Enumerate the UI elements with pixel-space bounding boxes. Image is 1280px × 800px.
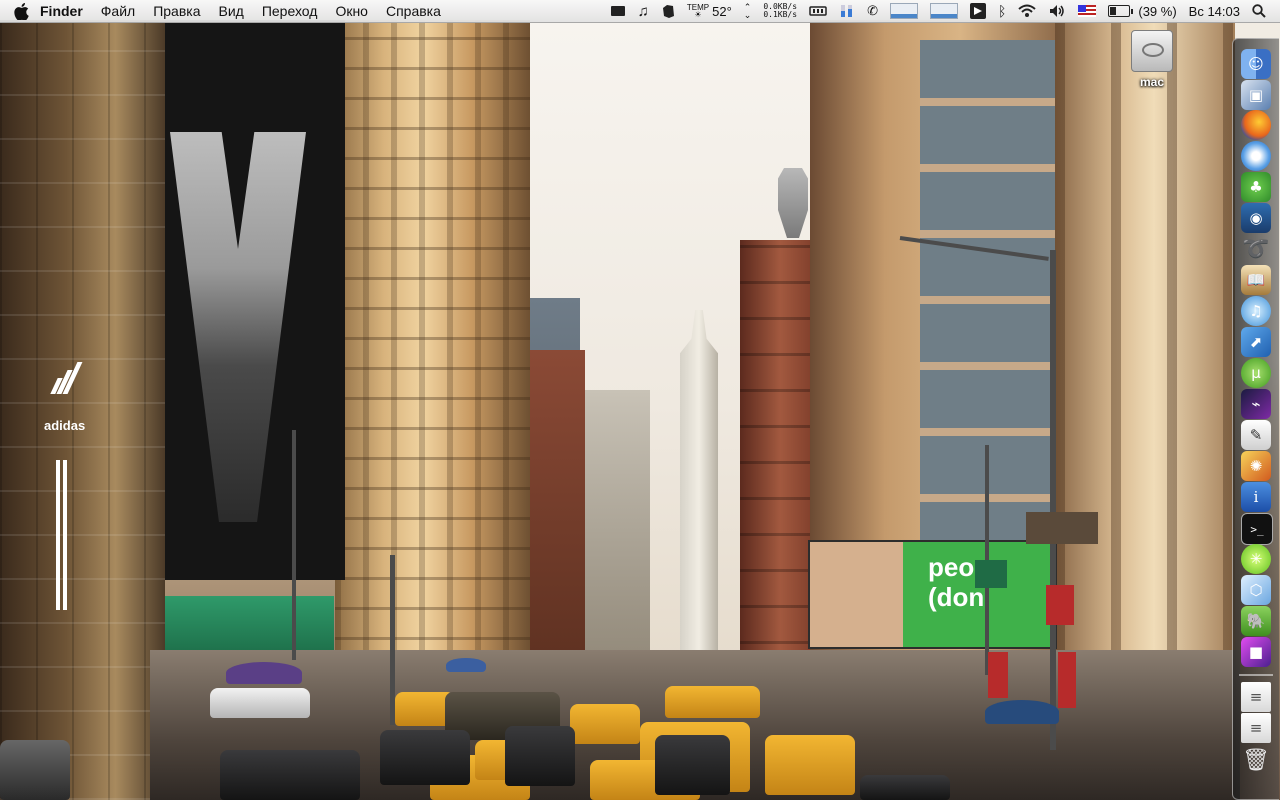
itunes-icon[interactable]: ♫ (1241, 296, 1271, 326)
volume-icon[interactable] (1048, 0, 1066, 22)
wallpaper-adidas-text: adidas (44, 418, 86, 433)
net-up: 0.1KB/s (763, 10, 798, 19)
menu-app-finder[interactable]: Finder (30, 0, 92, 22)
wallpaper-car (860, 775, 950, 800)
hard-drive-icon (1131, 30, 1173, 72)
activity-graph-2[interactable] (929, 0, 958, 22)
wallpaper-tunnel-sign (1026, 512, 1098, 544)
wallpaper-car (210, 688, 310, 718)
desktop-volume-label: mac (1139, 75, 1165, 89)
battery-percent: (39 %) (1138, 3, 1177, 19)
dock-separator (1239, 674, 1273, 676)
temperature-icon: TEMP ☀ (686, 3, 710, 19)
screen-capture-icon[interactable] (610, 0, 626, 22)
wallpaper-adidas-sign: adidas (44, 360, 85, 440)
utorrent-icon[interactable]: µ (1241, 358, 1271, 388)
battery-status[interactable]: (39 %) (1108, 0, 1177, 22)
phone-icon[interactable]: ✆ (867, 0, 878, 22)
textedit-icon[interactable]: ✎ (1241, 420, 1271, 450)
evernote-status-icon[interactable] (661, 0, 675, 22)
lime-icon[interactable]: ✳ (1241, 544, 1271, 574)
wallpaper-car (0, 740, 70, 800)
wallpaper-umbrella (985, 700, 1059, 724)
box-icon[interactable]: ⬡ (1241, 575, 1271, 605)
dock: ☺ ▣ ✦ ♣ ◉ ➰ 📖 ♫ ⬈ µ ⌁ ✎ ✺ i >_ ✳ ⬡ 🐘 ■ ≡… (1232, 38, 1279, 800)
adium-icon[interactable]: ♣ (1241, 172, 1271, 202)
wallpaper-car (220, 750, 360, 800)
menu-view[interactable]: Вид (210, 0, 253, 22)
wallpaper-taxi (765, 735, 855, 795)
trash-icon[interactable]: 🗑 (1241, 745, 1271, 775)
cpu-meter-icon[interactable] (839, 0, 855, 22)
safari-icon[interactable]: ✦ (1241, 141, 1271, 171)
preview-icon[interactable]: ▣ (1241, 80, 1271, 110)
updown-arrows-icon: ⌃ ⌄ (743, 2, 752, 20)
wallpaper-car (655, 735, 730, 795)
bluetooth-icon[interactable]: ᛒ (998, 0, 1006, 22)
firefox-icon[interactable] (1241, 110, 1271, 140)
photo-booth-icon[interactable]: ◉ (1241, 203, 1271, 233)
document-2-icon[interactable]: ≡ (1241, 713, 1271, 743)
apple-menu-icon[interactable] (14, 2, 30, 20)
wallpaper-umbrella (446, 658, 486, 672)
wallpaper-banner (56, 460, 60, 610)
purple-app-icon[interactable]: ■ (1241, 637, 1271, 667)
wallpaper-tower (680, 310, 718, 670)
desktop-volume-icon[interactable]: mac (1124, 30, 1180, 89)
evernote-icon[interactable]: 🐘 (1241, 606, 1271, 636)
status-area: ♫ TEMP ☀ 52° ⌃ ⌄ 0.0KB/s 0.1KB/s ✆ ᛒ (39… (604, 0, 1280, 22)
system-info-icon[interactable]: i (1241, 482, 1271, 512)
menu-edit[interactable]: Правка (144, 0, 209, 22)
wallpaper-street-sign (975, 560, 1007, 588)
wallpaper-car (380, 730, 470, 785)
iphoto-icon[interactable]: ✺ (1241, 451, 1271, 481)
menu-file[interactable]: Файл (92, 0, 144, 22)
music-note-icon[interactable]: ♫ (638, 0, 649, 22)
acrobat-icon[interactable]: ➰ (1241, 234, 1271, 264)
wifi-icon[interactable] (1018, 0, 1037, 22)
wallpaper-taxi (665, 686, 760, 718)
wallpaper-banner (63, 460, 67, 610)
wallpaper-umbrella (226, 662, 302, 684)
battery-icon (1108, 5, 1131, 17)
menu-help[interactable]: Справка (377, 0, 450, 22)
wallpaper-building (335, 20, 530, 670)
document-1-icon[interactable]: ≡ (1241, 682, 1271, 712)
menu-bar: Finder Файл Правка Вид Переход Окно Спра… (0, 0, 1280, 23)
transmit-icon[interactable]: ⌁ (1241, 389, 1271, 419)
menu-window[interactable]: Окно (326, 0, 377, 22)
desktop: adidas peo (don Finder Файл Правка Вид П… (0, 0, 1280, 800)
script-menu-icon[interactable] (969, 0, 986, 22)
wallpaper-street-sign (1046, 585, 1074, 625)
finder-icon[interactable]: ☺ (1241, 49, 1271, 79)
wallpaper-building (585, 390, 650, 680)
memory-icon[interactable] (809, 0, 827, 22)
wallpaper-taxi (570, 704, 640, 744)
wallpaper-car (505, 726, 575, 786)
menu-go[interactable]: Переход (253, 0, 327, 22)
wallpaper-street-sign (988, 652, 1008, 698)
terminal-icon[interactable]: >_ (1241, 513, 1273, 545)
launchpad-icon[interactable]: ⬈ (1241, 327, 1271, 357)
weather-temperature[interactable]: TEMP ☀ 52° (687, 0, 732, 22)
wallpaper-awning (152, 596, 334, 656)
wallpaper-street-sign (1058, 652, 1076, 708)
clock[interactable]: Вс 14:03 (1189, 0, 1240, 22)
dictionary-icon[interactable]: 📖 (1241, 265, 1271, 295)
wallpaper-lamp-post (1050, 250, 1056, 750)
wallpaper-glass-building (0, 20, 165, 800)
temperature-value: 52° (712, 3, 732, 19)
input-source-flag-icon[interactable] (1078, 0, 1097, 22)
network-speed[interactable]: 0.0KB/s 0.1KB/s (763, 0, 797, 22)
activity-graph-1[interactable] (889, 0, 918, 22)
spotlight-search-icon[interactable] (1252, 0, 1266, 22)
wallpaper-lamp-post (292, 430, 296, 660)
